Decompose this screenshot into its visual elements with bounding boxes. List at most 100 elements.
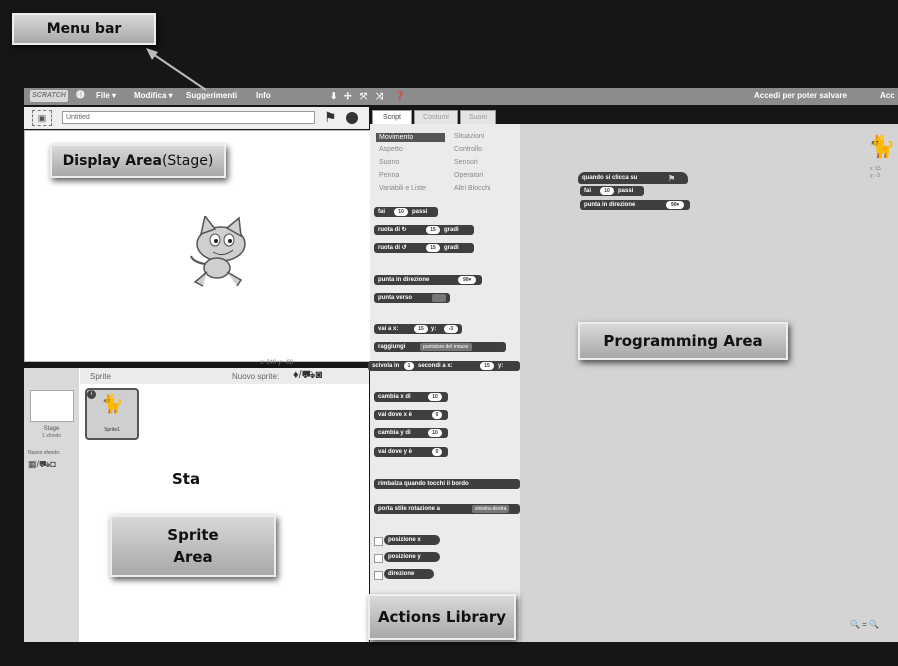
menu-file[interactable]: File ▾	[96, 91, 116, 100]
zoom-controls[interactable]: 🔍 = 🔍	[850, 620, 879, 629]
block-text: secondi a x:	[418, 363, 453, 369]
login-link[interactable]: Accedi per poter salvare	[754, 91, 847, 100]
block-goto-xy[interactable]: vai a x: 15 y: -3	[374, 324, 462, 334]
scratch-logo[interactable]: SCRATCH	[30, 90, 68, 102]
block-input[interactable]: 10	[600, 187, 614, 195]
block-bounce[interactable]: rimbalza quando tocchi il bordo	[374, 479, 520, 489]
sprite1-thumbnail[interactable]: i 🐈 Sprite1	[85, 388, 139, 440]
script-point-block[interactable]: punta in direzione 90▾	[580, 200, 690, 210]
script-area[interactable]: quando si clicca su ⚑ fai 10 passi punta in…	[520, 124, 898, 642]
block-input[interactable]: 0	[432, 411, 442, 419]
category-operators[interactable]: Operatori	[454, 172, 483, 179]
presentation-mode-icon[interactable]: ▣	[32, 110, 52, 126]
green-flag-icon[interactable]: ⚑	[324, 109, 337, 126]
block-text: gradi	[444, 227, 459, 233]
block-change-x[interactable]: cambia x di 10	[374, 392, 448, 402]
block-input[interactable]: 15	[480, 362, 494, 370]
tab-sounds[interactable]: Suoni	[460, 110, 496, 125]
block-input[interactable]: 0	[432, 448, 442, 456]
block-input[interactable]: -3	[444, 325, 458, 333]
checkbox-y-position[interactable]	[374, 554, 383, 563]
category-events[interactable]: Situazioni	[454, 133, 484, 140]
category-motion[interactable]: Movimento	[376, 133, 445, 142]
block-input[interactable]: 1	[404, 362, 414, 370]
reporter-y-position[interactable]: posizione y	[384, 552, 440, 562]
sprite1-label: Sprite1	[104, 427, 120, 433]
category-more-blocks[interactable]: Altri Blocchi	[454, 185, 491, 192]
block-input[interactable]: 15	[426, 244, 440, 252]
category-control[interactable]: Controllo	[454, 146, 482, 153]
block-text: posizione x	[388, 537, 421, 543]
block-goto[interactable]: raggiungi puntatore del mouse	[374, 342, 506, 352]
block-input[interactable]: 10	[428, 429, 442, 437]
dropdown-icon[interactable]	[432, 294, 446, 302]
category-data[interactable]: Variabili e Liste	[379, 185, 426, 192]
display-area-callout: Display Area (Stage)	[50, 144, 226, 178]
block-point-direction[interactable]: punta in direzione 90▾	[374, 275, 482, 285]
block-input[interactable]: 90▾	[458, 276, 476, 284]
block-set-y[interactable]: vai dove y è 0	[374, 447, 448, 457]
tab-costumes[interactable]: Costumi	[414, 110, 458, 125]
checkbox-direction[interactable]	[374, 571, 383, 580]
login-link-cut[interactable]: Acc	[880, 91, 895, 100]
duplicate-icon[interactable]: ⬇	[330, 91, 338, 102]
sprites-label: Sprite	[90, 372, 111, 381]
block-move[interactable]: fai 10 passi	[374, 207, 438, 217]
block-text: ruota di ↺	[378, 245, 407, 251]
checkbox-x-position[interactable]	[374, 537, 383, 546]
tab-script[interactable]: Script	[372, 110, 412, 125]
category-sensing[interactable]: Sensori	[454, 159, 478, 166]
sprite-tools-icon[interactable]: ♦/⛟◙	[293, 369, 322, 383]
script-move-block[interactable]: fai 10 passi	[580, 186, 644, 196]
stop-icon[interactable]	[346, 112, 358, 124]
block-input[interactable]: 10	[394, 208, 408, 216]
block-text: cambia x di	[378, 394, 411, 400]
script-hat-block[interactable]: quando si clicca su ⚑	[578, 172, 688, 184]
info-icon[interactable]: i	[87, 390, 96, 399]
actions-library-callout: Actions Library	[368, 594, 516, 640]
stage-toolbar: ▣ Untitled ⚑	[24, 107, 369, 129]
blocks-palette: Movimento Aspetto Suono Penna Variabili …	[368, 124, 520, 642]
block-set-x[interactable]: vai dove x è 0	[374, 410, 448, 420]
category-sound[interactable]: Suono	[379, 159, 399, 166]
block-glide[interactable]: scivola in 1 secondi a x: 15 y:	[368, 361, 520, 371]
globe-icon[interactable]: ◍	[76, 89, 85, 100]
grow-icon[interactable]: ⤧	[360, 91, 367, 102]
block-change-y[interactable]: cambia y di 10	[374, 428, 448, 438]
block-text: y:	[431, 326, 437, 332]
block-text: quando si clicca su	[582, 175, 638, 181]
sprite-panel-header: Sprite Nuovo sprite: ♦/⛟◙	[80, 368, 369, 384]
block-point-towards[interactable]: punta verso	[374, 293, 450, 303]
block-input[interactable]: 10	[428, 393, 442, 401]
block-input[interactable]: 15	[414, 325, 428, 333]
cat-thumbnail-icon: 🐈	[101, 394, 124, 414]
reporter-direction[interactable]: direzione	[384, 569, 434, 579]
block-turn-left[interactable]: ruota di ↺ 15 gradi	[374, 243, 474, 253]
block-text: vai dove x è	[378, 412, 413, 418]
project-title-input[interactable]: Untitled	[62, 111, 315, 124]
sprite-area-line1: Sprite	[167, 526, 219, 544]
block-text: passi	[412, 209, 428, 215]
block-text: passi	[618, 188, 634, 194]
category-looks[interactable]: Aspetto	[379, 146, 403, 153]
help-icon[interactable]: ❓	[394, 91, 405, 102]
block-input[interactable]: 90▾	[666, 201, 684, 209]
stage-thumbnail[interactable]	[30, 390, 74, 422]
display-area-label: Display Area	[62, 153, 162, 169]
category-pen[interactable]: Penna	[379, 172, 399, 179]
menu-info[interactable]: Info	[256, 91, 271, 100]
block-text: direzione	[388, 571, 415, 577]
block-turn-right[interactable]: ruota di ↻ 15 gradi	[374, 225, 474, 235]
block-text: punta in direzione	[378, 277, 430, 283]
block-text: cambia y di	[378, 430, 411, 436]
delete-icon[interactable]: ✢	[344, 91, 352, 102]
shrink-icon[interactable]: ⤨	[376, 91, 383, 102]
block-dropdown[interactable]: sinistra-destra	[472, 505, 510, 513]
reporter-x-position[interactable]: posizione x	[384, 535, 440, 545]
block-dropdown[interactable]: puntatore del mouse	[420, 343, 472, 351]
block-text: vai a x:	[378, 326, 399, 332]
block-rotation-style[interactable]: porta stile rotazione a sinistra-destra	[374, 504, 520, 514]
block-input[interactable]: 15	[426, 226, 440, 234]
cat-sprite-icon[interactable]	[185, 216, 255, 288]
backdrop-tools-icon[interactable]: ▦/⛟◘	[28, 459, 56, 471]
